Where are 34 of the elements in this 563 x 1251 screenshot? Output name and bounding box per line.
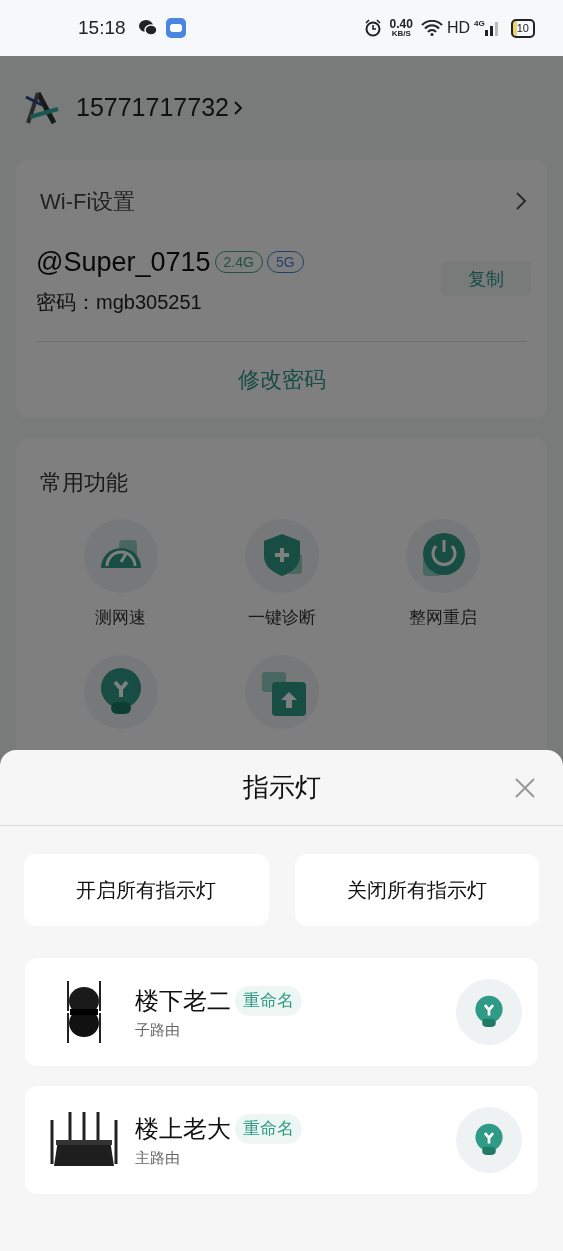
- app-icon: [165, 18, 186, 38]
- network-speed: 0.40: [389, 18, 413, 30]
- chevron-right-icon[interactable]: [515, 191, 527, 212]
- wifi-settings-title[interactable]: Wi-Fi设置: [36, 184, 136, 218]
- chevron-right-icon[interactable]: [232, 100, 243, 116]
- signal-icon: [484, 20, 499, 36]
- section-title: 常用功能: [40, 469, 129, 497]
- device-role: 主路由: [135, 1147, 181, 1168]
- indicator-action-button[interactable]: 关闭所有指示灯: [294, 854, 539, 926]
- function-label: 一键诊断: [247, 607, 316, 629]
- indicator-action-button[interactable]: 开启所有指示灯: [24, 854, 269, 926]
- close-icon[interactable]: [515, 778, 535, 798]
- speed-unit: KB/S: [391, 30, 411, 38]
- logo-icon: [24, 91, 60, 125]
- function-label: 测网速: [95, 607, 146, 629]
- battery-indicator: 10: [510, 18, 535, 38]
- rename-button[interactable]: 重命名: [235, 1113, 302, 1144]
- wifi-name: @Super_0715: [36, 246, 211, 280]
- sheet-title: 指示灯: [242, 771, 321, 804]
- copy-button[interactable]: 复制: [441, 262, 531, 297]
- chat-icon: [137, 19, 158, 37]
- device-role: 子路由: [135, 1019, 181, 1040]
- change-password-button[interactable]: 修改密码: [36, 341, 527, 418]
- alarm-icon: [363, 19, 382, 37]
- device-name: 楼下老二: [135, 985, 231, 1016]
- rename-button[interactable]: 重命名: [235, 985, 302, 1016]
- time: 15:18: [78, 15, 126, 40]
- account-phone[interactable]: 15771717732: [76, 89, 229, 127]
- network-type: 4G: [474, 18, 485, 30]
- wifi-icon: [420, 20, 443, 36]
- wifi-password: 密码：mgb305251: [36, 289, 203, 315]
- function-label: 整网重启: [408, 607, 477, 629]
- device-name: 楼上老大: [135, 1113, 231, 1144]
- hd-label: HD: [446, 18, 471, 38]
